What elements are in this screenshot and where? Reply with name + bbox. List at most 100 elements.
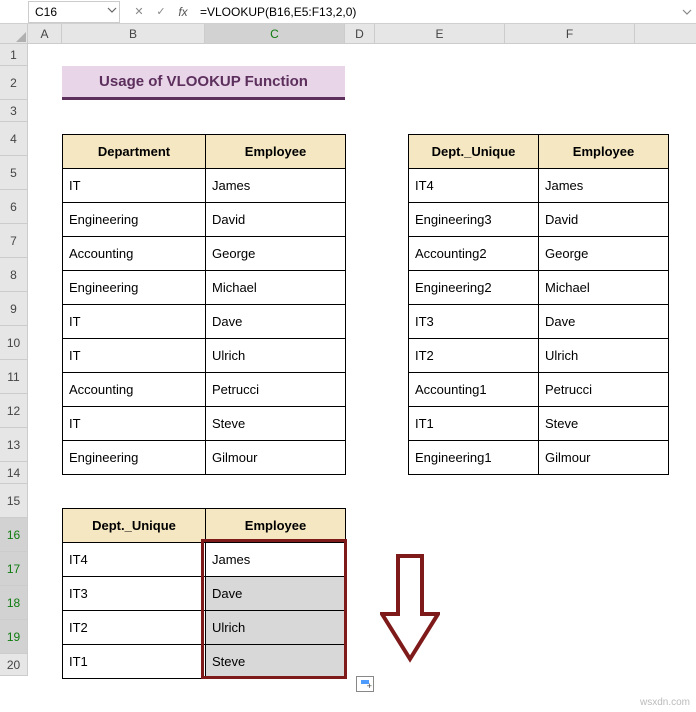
autofill-options-icon[interactable]: + [356, 676, 374, 692]
table-row: ITSteve [63, 407, 346, 441]
expand-formula-bar-icon[interactable] [678, 7, 696, 17]
table-row: Dept._Unique Employee [63, 509, 346, 543]
col-header-b[interactable]: B [62, 24, 205, 43]
cell[interactable]: Steve [539, 407, 669, 441]
row-header-1[interactable]: 1 [0, 44, 28, 66]
col-header-c[interactable]: C [205, 24, 345, 43]
cell[interactable]: Michael [206, 271, 346, 305]
cell[interactable]: Gilmour [206, 441, 346, 475]
cell[interactable]: Petrucci [206, 373, 346, 407]
cell[interactable]: George [539, 237, 669, 271]
cell[interactable]: Accounting1 [409, 373, 539, 407]
row-header-10[interactable]: 10 [0, 326, 28, 360]
cell[interactable]: Engineering1 [409, 441, 539, 475]
cell[interactable]: IT2 [409, 339, 539, 373]
fx-icon[interactable]: fx [174, 3, 192, 21]
table-row: IT2Ulrich [409, 339, 669, 373]
row-header-7[interactable]: 7 [0, 224, 28, 258]
cell-grid[interactable]: Usage of VLOOKUP Function Department Emp… [28, 44, 696, 676]
row-header-12[interactable]: 12 [0, 394, 28, 428]
cell[interactable]: Ulrich [539, 339, 669, 373]
row-header-11[interactable]: 11 [0, 360, 28, 394]
cancel-icon[interactable]: ✕ [130, 3, 148, 21]
row-header-20[interactable]: 20 [0, 654, 28, 676]
cell[interactable]: IT2 [63, 611, 206, 645]
col-header-e[interactable]: E [375, 24, 505, 43]
enter-icon[interactable]: ✓ [152, 3, 170, 21]
cell[interactable]: IT3 [63, 577, 206, 611]
cell[interactable]: IT [63, 305, 206, 339]
row-header-14[interactable]: 14 [0, 462, 28, 484]
row-header-5[interactable]: 5 [0, 156, 28, 190]
formula-bar[interactable]: =VLOOKUP(B16,E5:F13,2,0) [192, 5, 678, 19]
cell[interactable]: Accounting [63, 373, 206, 407]
cell[interactable]: Accounting [63, 237, 206, 271]
column-headers: A B C D E F [0, 24, 696, 44]
cell[interactable]: Engineering [63, 441, 206, 475]
table-header[interactable]: Dept._Unique [409, 135, 539, 169]
row-header-8[interactable]: 8 [0, 258, 28, 292]
cell[interactable]: Engineering3 [409, 203, 539, 237]
row-header-2[interactable]: 2 [0, 66, 28, 100]
cell[interactable]: David [539, 203, 669, 237]
name-box-value: C16 [35, 5, 57, 19]
cell[interactable]: Steve [206, 645, 346, 679]
row-header-19[interactable]: 19 [0, 620, 28, 654]
cell[interactable]: Accounting2 [409, 237, 539, 271]
table-row: Accounting2George [409, 237, 669, 271]
cell[interactable]: David [206, 203, 346, 237]
cell[interactable]: IT3 [409, 305, 539, 339]
chevron-down-icon[interactable] [107, 4, 117, 18]
row-header-3[interactable]: 3 [0, 100, 28, 122]
row-header-6[interactable]: 6 [0, 190, 28, 224]
cell[interactable]: Dave [206, 305, 346, 339]
cell[interactable]: IT [63, 407, 206, 441]
col-header-f[interactable]: F [505, 24, 635, 43]
row-header-4[interactable]: 4 [0, 122, 28, 156]
cell[interactable]: IT [63, 339, 206, 373]
table-row: Engineering3David [409, 203, 669, 237]
table-row: Engineering2Michael [409, 271, 669, 305]
down-arrow-icon [380, 554, 440, 664]
cell[interactable]: Ulrich [206, 339, 346, 373]
cell[interactable]: James [206, 543, 346, 577]
cell[interactable]: IT1 [409, 407, 539, 441]
table-row: AccountingPetrucci [63, 373, 346, 407]
row-header-17[interactable]: 17 [0, 552, 28, 586]
table-header[interactable]: Employee [539, 135, 669, 169]
cell[interactable]: IT4 [409, 169, 539, 203]
table-header[interactable]: Department [63, 135, 206, 169]
cell[interactable]: Michael [539, 271, 669, 305]
table-header[interactable]: Employee [206, 135, 346, 169]
cell[interactable]: George [206, 237, 346, 271]
cell[interactable]: Engineering [63, 271, 206, 305]
cell[interactable]: Dave [539, 305, 669, 339]
cell[interactable]: Engineering [63, 203, 206, 237]
cell[interactable]: IT4 [63, 543, 206, 577]
col-header-a[interactable]: A [28, 24, 62, 43]
cell[interactable]: IT1 [63, 645, 206, 679]
table-row: IT3Dave [409, 305, 669, 339]
cell[interactable]: Steve [206, 407, 346, 441]
formula-text: =VLOOKUP(B16,E5:F13,2,0) [200, 5, 356, 19]
row-header-18[interactable]: 18 [0, 586, 28, 620]
table-header[interactable]: Dept._Unique [63, 509, 206, 543]
cell[interactable]: Ulrich [206, 611, 346, 645]
row-header-13[interactable]: 13 [0, 428, 28, 462]
cell[interactable]: IT [63, 169, 206, 203]
cell[interactable]: James [539, 169, 669, 203]
cell[interactable]: Dave [206, 577, 346, 611]
cell[interactable]: Engineering2 [409, 271, 539, 305]
cell[interactable]: Petrucci [539, 373, 669, 407]
row-header-16[interactable]: 16 [0, 518, 28, 552]
col-header-d[interactable]: D [345, 24, 375, 43]
row-header-9[interactable]: 9 [0, 292, 28, 326]
table-row: IT3Dave [63, 577, 346, 611]
cell[interactable]: Gilmour [539, 441, 669, 475]
table-dept-unique-employee: Dept._Unique Employee IT4James Engineeri… [408, 134, 669, 475]
table-header[interactable]: Employee [206, 509, 346, 543]
name-box[interactable]: C16 [28, 1, 120, 23]
cell[interactable]: James [206, 169, 346, 203]
row-header-15[interactable]: 15 [0, 484, 28, 518]
select-all-corner[interactable] [0, 24, 28, 43]
